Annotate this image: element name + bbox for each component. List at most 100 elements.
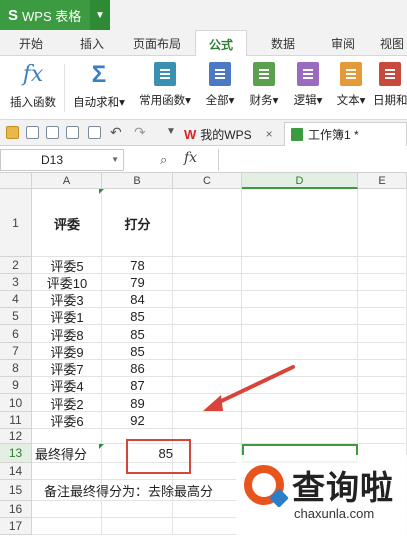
search-icon[interactable]: ⌕ [160,152,174,167]
financial-button[interactable]: 财务▾ [243,60,285,116]
judge-name-cell[interactable]: 评委8 [32,325,102,343]
app-menu-button[interactable]: S WPS 表格 ▼ [0,0,110,30]
row-header-7[interactable]: 7 [0,343,32,360]
insert-function-label: 插入函数 [10,97,56,109]
judge-score-cell[interactable]: 92 [102,412,173,429]
row-header-14[interactable]: 14 [0,463,32,480]
tab-formulas[interactable]: 公式 [195,30,247,57]
date-time-label: 日期和 [373,95,407,107]
column-header-b[interactable]: B [102,173,173,189]
judge-score-cell[interactable]: 84 [102,291,173,308]
row-header-6[interactable]: 6 [0,325,32,343]
fx-icon: fx [22,62,44,87]
tab-insert[interactable]: 插入 [70,30,114,56]
formula-input[interactable] [218,149,407,171]
judge-name-cell[interactable]: 评委3 [32,291,102,308]
column-header-d[interactable]: D [242,173,358,189]
note-cell[interactable]: 备注最终得分为：去除最高分 [32,480,242,501]
doc-tab-workbook1[interactable]: 工作簿1 * [284,122,407,146]
gridline [32,256,407,257]
gridline [32,324,407,325]
column-header-e[interactable]: E [358,173,407,189]
gridline [32,307,407,308]
row-header-15[interactable]: 15 [0,480,32,501]
judge-name-cell[interactable]: 评委9 [32,343,102,360]
export-pdf-icon[interactable] [46,126,59,139]
logical-label: 逻辑▾ [293,95,323,107]
gridline [32,359,407,360]
logical-button[interactable]: 逻辑▾ [287,60,329,116]
judge-score-cell[interactable]: 85 [102,325,173,343]
column-header-a[interactable]: A [32,173,102,189]
ribbon-toolbar: fx 插入函数 Σ 自动求和▾ 常用函数▾ 全部▾ 财务▾ 逻辑▾ 文本▾ 日期… [0,56,407,120]
cell-indicator-a1 [99,189,104,194]
row-header-13[interactable]: 13 [0,444,32,463]
common-functions-button[interactable]: 常用函数▾ [134,60,196,116]
judge-name-cell[interactable]: 评委1 [32,308,102,325]
fx-label[interactable]: fx [184,150,197,166]
judge-name-cell[interactable]: 评委5 [32,257,102,274]
watermark-url: chaxunla.com [294,506,375,521]
judge-score-cell[interactable]: 87 [102,377,173,394]
name-box[interactable]: D13 ▼ [0,149,124,171]
row-header-16[interactable]: 16 [0,501,32,518]
gridline [32,290,407,291]
tab-review[interactable]: 审阅 [318,30,368,56]
customize-dropdown-icon[interactable]: ▼ [166,126,176,137]
row-header-2[interactable]: 2 [0,257,32,274]
column-header-c[interactable]: C [173,173,242,189]
judge-score-cell[interactable]: 89 [102,394,173,412]
judge-name-cell[interactable]: 评委10 [32,274,102,291]
row-header-4[interactable]: 4 [0,291,32,308]
financial-label: 财务▾ [249,95,279,107]
final-score-label[interactable]: 最终得分 [32,444,102,463]
tab-view[interactable]: 视图 [380,30,407,56]
row-header-9[interactable]: 9 [0,377,32,394]
close-tab-icon[interactable]: × [266,127,273,141]
all-functions-button[interactable]: 全部▾ [200,60,240,116]
ribbon-tabs: 开始 插入 页面布局 公式 数据 审阅 视图 [0,30,407,57]
tab-data[interactable]: 数据 [258,30,308,56]
undo-icon[interactable]: ↶ [110,124,122,141]
judge-score-cell[interactable]: 85 [102,308,173,325]
judge-name-cell[interactable]: 评委7 [32,360,102,377]
judge-score-cell[interactable]: 78 [102,257,173,274]
text-functions-button[interactable]: 文本▾ [330,60,372,116]
app-menu-caret-icon[interactable]: ▼ [90,0,110,30]
judge-score-cell[interactable]: 79 [102,274,173,291]
date-time-button[interactable]: 日期和 [373,60,407,116]
doc-tab-my-wps[interactable]: W 我的WPS × [184,122,273,146]
highlight-box [126,439,191,474]
cell-a1[interactable]: 评委 [32,189,102,257]
print-icon[interactable] [66,126,79,139]
row-header-10[interactable]: 10 [0,394,32,412]
judge-name-cell[interactable]: 评委4 [32,377,102,394]
row-header-17[interactable]: 17 [0,518,32,535]
insert-function-button[interactable]: fx 插入函数 [4,60,62,116]
judge-name-cell[interactable]: 评委2 [32,394,102,412]
open-folder-icon[interactable] [6,126,19,139]
tab-home[interactable]: 开始 [6,30,56,56]
select-all-corner[interactable] [0,173,32,189]
row-header-12[interactable]: 12 [0,429,32,444]
date-box-icon [379,62,401,86]
row-header-3[interactable]: 3 [0,274,32,291]
row-header-8[interactable]: 8 [0,360,32,377]
workbook-icon [291,128,303,141]
save-icon[interactable] [26,126,39,139]
finance-box-icon [253,62,275,86]
cell-b1[interactable]: 打分 [102,189,173,257]
redo-icon[interactable]: ↷ [134,124,146,141]
autosum-button[interactable]: Σ 自动求和▾ [68,60,130,116]
judge-score-cell[interactable]: 86 [102,360,173,377]
row-header-1[interactable]: 1 [0,189,32,257]
judge-score-cell[interactable]: 85 [102,343,173,360]
print-preview-icon[interactable] [88,126,101,139]
judge-name-cell[interactable]: 评委6 [32,412,102,429]
row-header-11[interactable]: 11 [0,412,32,429]
row-header-5[interactable]: 5 [0,308,32,325]
name-box-dropdown-icon[interactable]: ▼ [111,150,119,170]
wps-logo: S [8,6,19,24]
tab-page-layout[interactable]: 页面布局 [124,30,190,56]
doc-tab-my-wps-label: 我的WPS [200,127,252,142]
